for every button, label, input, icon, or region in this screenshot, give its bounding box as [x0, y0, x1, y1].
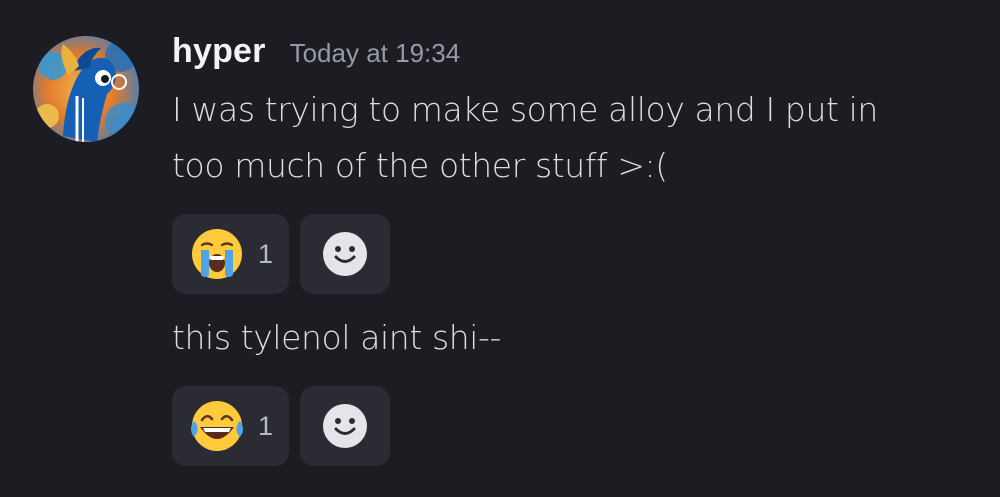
reaction-count: 1 — [258, 410, 274, 441]
add-reaction-button[interactable] — [300, 386, 390, 466]
message-line: I was trying to make some alloy and I pu… — [172, 90, 878, 129]
message-text: this tylenol aint shi-- — [172, 318, 502, 357]
pony-avatar-icon — [33, 36, 139, 142]
reaction-bar: 1 — [172, 214, 972, 294]
add-reaction-button[interactable] — [300, 214, 390, 294]
reaction-tears-of-joy[interactable]: 1 — [172, 386, 289, 466]
message-header: hyper Today at 19:34 — [172, 32, 972, 82]
face-with-tears-of-joy-icon — [191, 401, 243, 451]
message-text: I was trying to make some alloy and I pu… — [172, 82, 972, 194]
loudly-crying-face-icon — [192, 229, 242, 279]
reaction-bar: 1 — [172, 386, 972, 466]
message-group: hyper Today at 19:34 I was trying to mak… — [172, 32, 972, 466]
message-line: too much of the other stuff >:( — [172, 146, 668, 185]
smiley-add-reaction-icon — [323, 404, 367, 448]
reaction-loudly-crying[interactable]: 1 — [172, 214, 289, 294]
smiley-add-reaction-icon — [323, 232, 367, 276]
username[interactable]: hyper — [172, 32, 266, 71]
user-avatar[interactable] — [33, 36, 139, 142]
reaction-count: 1 — [258, 238, 274, 269]
timestamp[interactable]: Today at 19:34 — [290, 38, 461, 69]
